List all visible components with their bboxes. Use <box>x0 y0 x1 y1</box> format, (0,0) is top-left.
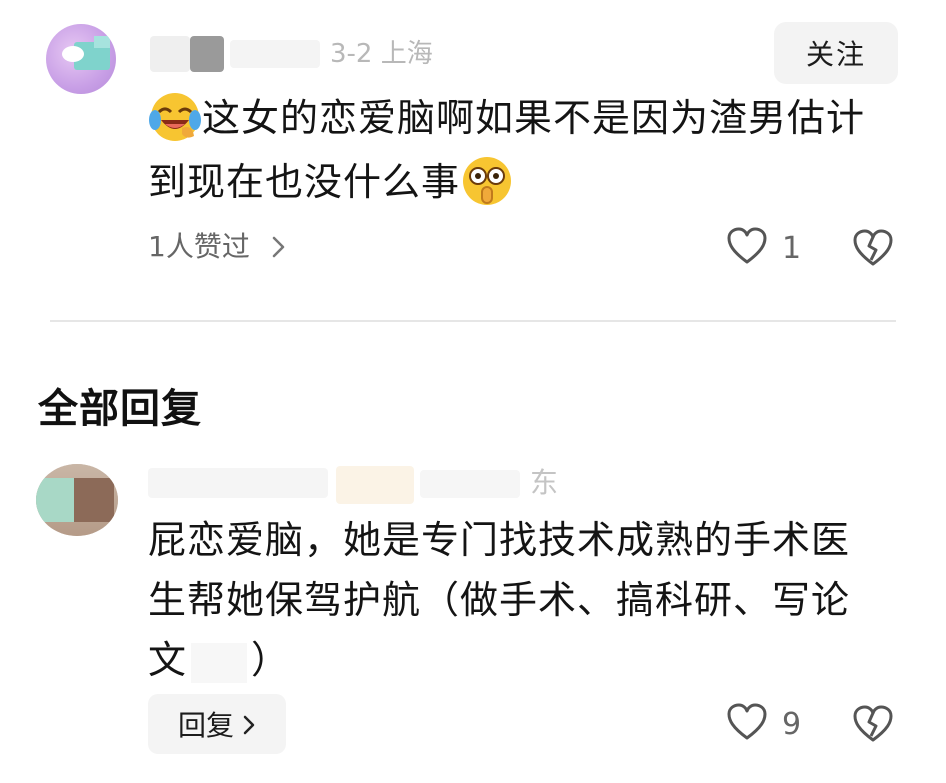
reply-text-line: 文 <box>148 638 188 682</box>
broken-heart-icon <box>852 705 894 748</box>
avatar-mosaic <box>94 36 110 48</box>
reply-text: 屁恋爱脑，她是专门找技术成熟的手术医 生帮她保驾护航（做手术、搞科研、写论 文 ） <box>148 510 918 690</box>
reply-text-line: 屁恋爱脑，她是专门找技术成熟的手术医 <box>148 518 851 562</box>
username-blurred <box>150 36 190 72</box>
dislike-button[interactable] <box>852 704 894 748</box>
laughing-crying-emoji-icon <box>148 90 202 144</box>
divider <box>50 320 896 322</box>
comment-meta-text: 3-2 上海 <box>330 39 433 69</box>
comment-meta: 3-2 上海 <box>330 34 433 74</box>
follow-button[interactable]: 关注 <box>774 22 898 84</box>
like-button[interactable]: 1 <box>726 226 801 270</box>
avatar-mosaic <box>74 478 114 522</box>
liked-by-text: 1人赞过 <box>148 230 250 263</box>
comment-meta-text: 东 <box>530 466 559 499</box>
like-button[interactable]: 9 <box>726 702 801 746</box>
reply-button[interactable]: 回复 <box>148 694 286 754</box>
username-blurred <box>230 40 320 68</box>
username-blurred <box>148 468 328 498</box>
liked-by-link[interactable]: 1人赞过 <box>148 224 287 270</box>
username-blurred <box>336 466 414 504</box>
section-title: 全部回复 <box>38 386 202 432</box>
reply-text-line: ） <box>251 638 291 682</box>
avatar[interactable] <box>36 464 118 536</box>
heart-outline-icon <box>726 702 768 746</box>
heart-outline-icon <box>726 226 768 270</box>
username-blurred <box>420 470 520 498</box>
username-blurred <box>190 36 224 72</box>
broken-heart-icon <box>852 229 894 272</box>
reply-text-line: 生帮她保驾护航（做手术、搞科研、写论 <box>148 578 851 622</box>
like-count: 9 <box>782 706 802 742</box>
comment-text: 这女的恋爱脑啊如果不是因为渣男估计 到现在也没什么事 <box>148 86 908 214</box>
comment-meta: 东 <box>530 462 558 504</box>
redacted-text <box>191 642 248 683</box>
avatar-mosaic <box>36 478 74 522</box>
reply-button-label: 回复 <box>177 709 234 742</box>
comment-text-line: 这女的恋爱脑啊如果不是因为渣男估计 <box>202 96 866 140</box>
avatar[interactable] <box>46 24 116 94</box>
shocked-face-emoji-icon <box>460 154 514 208</box>
chevron-right-icon <box>262 230 287 263</box>
like-count: 1 <box>782 230 802 266</box>
dislike-button[interactable] <box>852 228 894 272</box>
avatar-figure <box>62 46 84 62</box>
comment-text-line: 到现在也没什么事 <box>148 160 461 204</box>
chevron-right-icon <box>242 708 256 741</box>
